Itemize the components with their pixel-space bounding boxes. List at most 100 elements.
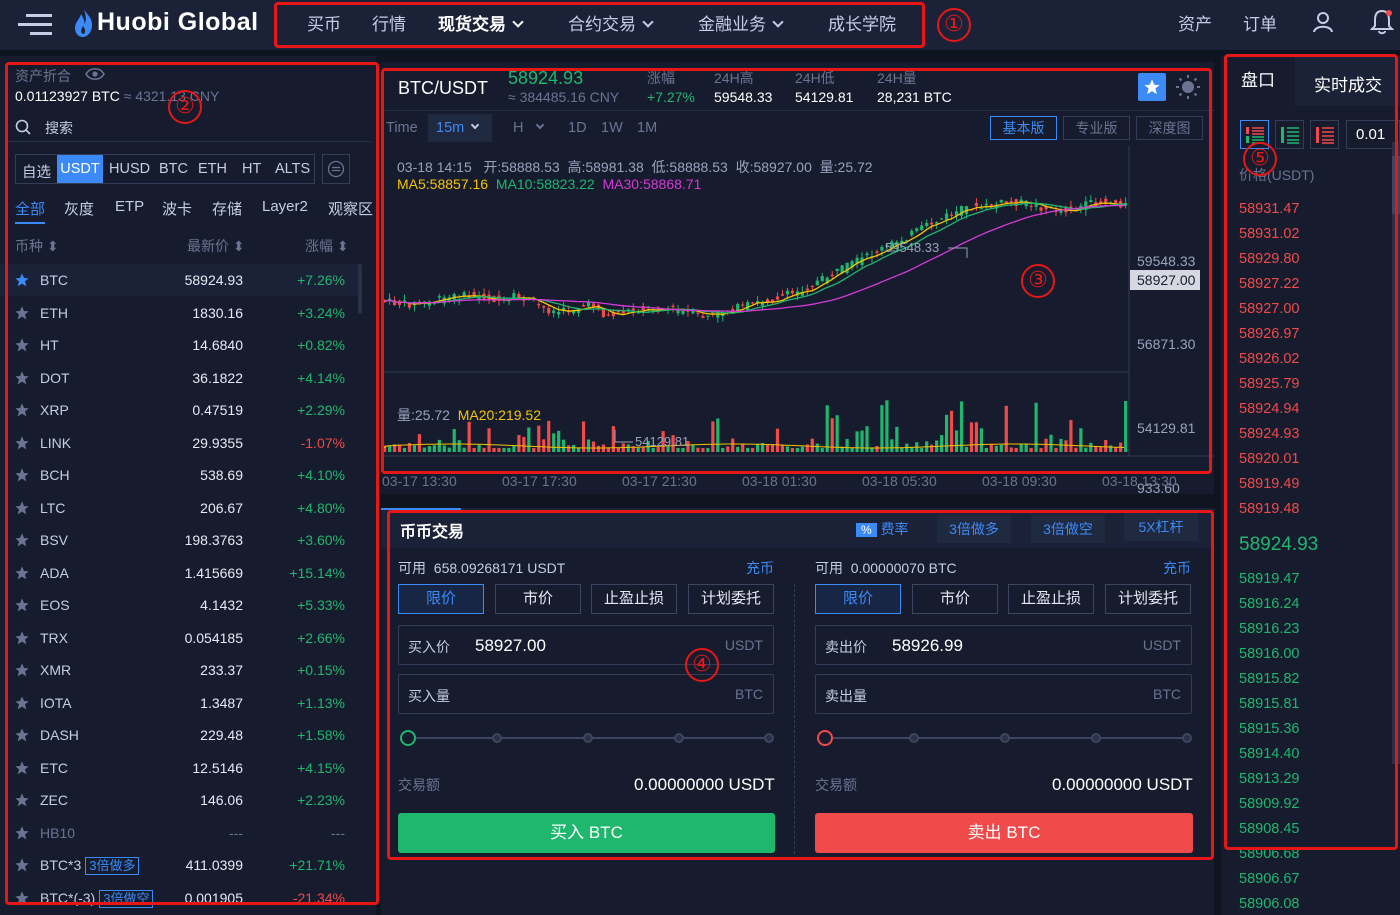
market-tab-husd[interactable]: HUSD [109,161,150,177]
bid-price[interactable]: 58915.81 [1239,696,1299,712]
candlestick-chart[interactable]: 59548.3356871.3054129.8158927.00933.6059… [381,146,1214,494]
logo-text[interactable]: Huobi Global [97,8,259,37]
star-icon[interactable] [14,890,30,906]
market-tab-favorites[interactable]: 自选 [22,161,51,182]
ask-price[interactable]: 58931.02 [1239,226,1299,242]
ask-price[interactable]: 58926.97 [1239,326,1299,342]
slider-step[interactable] [1182,733,1192,743]
bid-price[interactable]: 58919.47 [1239,571,1299,587]
sell-amount-slider[interactable] [817,730,1192,746]
market-tab-btc[interactable]: BTC [159,161,188,177]
star-icon[interactable] [14,662,30,678]
star-icon[interactable] [14,532,30,548]
nav-finance[interactable]: 金融业务 [698,10,784,35]
category-tab-all[interactable]: 全部 [15,198,45,219]
category-tab-storage[interactable]: 存储 [212,198,242,219]
market-tab-ht[interactable]: HT [242,161,261,177]
bid-price[interactable]: 58906.08 [1239,896,1299,912]
ask-price[interactable]: 58926.02 [1239,351,1299,367]
coin-row[interactable]: XRP 0.47519 +2.29% [0,394,360,426]
margin-5x-button[interactable]: 5X杠杆 [1124,513,1198,541]
sell-btc-button[interactable]: 卖出 BTC [815,813,1193,853]
scrollbar[interactable] [358,264,362,314]
category-tab-polkadot[interactable]: 波卡 [162,198,192,219]
ask-price[interactable]: 58920.01 [1239,451,1299,467]
star-icon[interactable] [14,565,30,581]
sell-order-market[interactable]: 市价 [912,584,998,614]
bid-price[interactable]: 58906.68 [1239,846,1299,862]
coin-row[interactable]: ZEC 146.06 +2.23% [0,784,360,816]
bid-price[interactable]: 58914.40 [1239,746,1299,762]
coin-row[interactable]: ADA 1.415669 +15.14% [0,557,360,589]
coin-row[interactable]: BTC*3 3倍做多 411.0399 +21.71% [0,849,360,881]
interval-hour[interactable]: H [513,120,545,136]
buy-amount-input[interactable]: 买入量 BTC [398,674,774,714]
favorite-button[interactable] [1138,73,1166,101]
slider-step[interactable] [1091,733,1101,743]
bid-price[interactable]: 58909.92 [1239,796,1299,812]
star-icon[interactable] [14,435,30,451]
sell-order-limit[interactable]: 限价 [815,584,901,614]
book-scrollbar-thumb[interactable] [1392,156,1400,214]
ask-price[interactable]: 58929.80 [1239,251,1299,267]
eye-icon[interactable] [85,67,105,81]
col-price-header[interactable]: 最新价 ⬍ [187,236,245,256]
star-icon[interactable] [14,500,30,516]
sell-deposit-link[interactable]: 充币 [1163,558,1191,578]
tab-recent-trades[interactable]: 实时成交 [1314,71,1382,96]
coin-row[interactable]: ETH 1830.16 +3.24% [0,297,360,329]
interval-1m[interactable]: 1M [637,120,657,136]
buy-order-limit[interactable]: 限价 [398,584,484,614]
ask-price[interactable]: 58925.79 [1239,376,1299,392]
buy-order-stop[interactable]: 止盈止损 [591,584,677,614]
market-tab-usdt[interactable]: USDT [57,155,103,183]
buy-order-market[interactable]: 市价 [495,584,581,614]
search-input[interactable]: 搜索 [45,118,73,138]
sell-order-stop[interactable]: 止盈止损 [1008,584,1094,614]
buy-deposit-link[interactable]: 充币 [746,558,774,578]
star-icon[interactable] [14,305,30,321]
bid-price[interactable]: 58908.45 [1239,821,1299,837]
more-button[interactable] [322,154,350,184]
ask-price[interactable]: 58919.49 [1239,476,1299,492]
star-icon[interactable] [14,760,30,776]
coin-row[interactable]: DASH 229.48 +1.58% [0,719,360,751]
coin-row[interactable]: BTC*(-3) 3倍做空 0.001905 -21.34% [0,882,360,914]
slider-step[interactable] [674,733,684,743]
book-scrollbar[interactable] [1392,142,1400,764]
ask-price[interactable]: 58931.47 [1239,201,1299,217]
coin-row[interactable]: IOTA 1.3487 +1.13% [0,687,360,719]
category-tab-etp[interactable]: ETP [115,198,144,215]
coin-row[interactable]: BTC 58924.93 +7.26% [0,264,360,296]
buy-amount-slider[interactable] [400,730,774,746]
ask-price[interactable]: 58919.48 [1239,501,1299,517]
fee-link[interactable]: % 费率 [856,519,909,539]
market-tab-alts[interactable]: ALTS [275,161,310,177]
bid-price[interactable]: 58915.82 [1239,671,1299,687]
star-icon[interactable] [14,337,30,353]
slider-handle[interactable] [817,730,833,746]
category-tab-layer2[interactable]: Layer2 [262,198,308,215]
category-tab-grayscale[interactable]: 灰度 [64,198,94,219]
star-icon[interactable] [14,272,30,288]
slider-step[interactable] [492,733,502,743]
coin-row[interactable]: XMR 233.37 +0.15% [0,654,360,686]
ask-price[interactable]: 58924.93 [1239,426,1299,442]
book-mode-asks[interactable] [1310,120,1339,149]
nav-orders[interactable]: 订单 [1243,10,1277,35]
interval-1w[interactable]: 1W [601,120,623,136]
coin-row[interactable]: BCH 538.69 +4.10% [0,459,360,491]
col-coin-header[interactable]: 币种 ⬍ [15,236,59,256]
coin-row[interactable]: LINK 29.9355 -1.07% [0,427,360,459]
nav-markets[interactable]: 行情 [372,10,406,35]
interval-time[interactable]: Time [386,120,418,136]
buy-order-plan[interactable]: 计划委托 [688,584,774,614]
slider-step[interactable] [764,733,774,743]
trade-title[interactable]: 币币交易 [400,518,464,542]
view-pro-button[interactable]: 专业版 [1063,116,1130,140]
tab-order-book[interactable]: 盘口 [1221,56,1295,106]
nav-buy-crypto[interactable]: 买币 [307,10,341,35]
ask-price[interactable]: 58927.22 [1239,276,1299,292]
sell-price-input[interactable]: 卖出价 58926.99 USDT [815,625,1192,665]
bid-price[interactable]: 58916.00 [1239,646,1299,662]
